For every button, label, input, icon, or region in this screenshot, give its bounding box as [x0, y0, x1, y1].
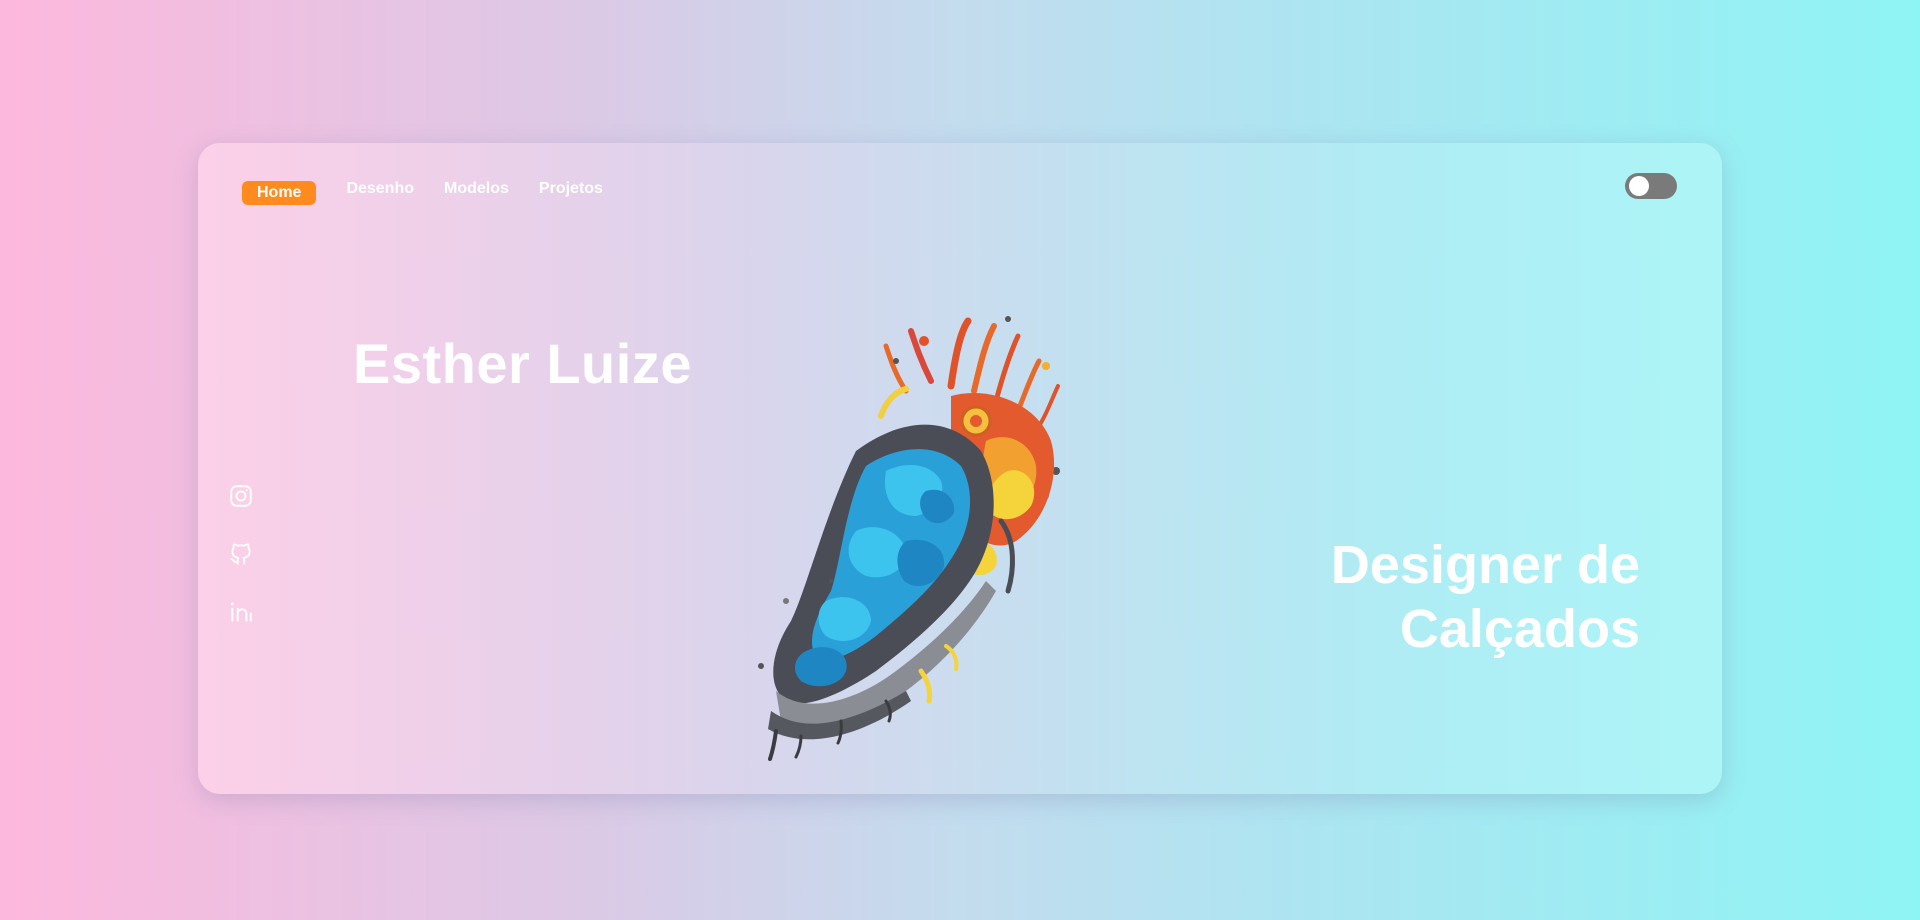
linkedin-icon[interactable] — [228, 599, 254, 625]
shoe-illustration — [758, 316, 1060, 761]
social-links — [228, 483, 254, 657]
shoe-body — [773, 424, 994, 704]
hero-card: Home Desenho Modelos Projetos Esther Lui… — [198, 143, 1722, 794]
hero-subtitle: Designer de Calçados — [1331, 533, 1640, 661]
nav-desenho[interactable]: Desenho — [346, 179, 414, 199]
main-nav: Home Desenho Modelos Projetos — [242, 173, 633, 205]
nav-projetos[interactable]: Projetos — [539, 179, 603, 199]
toggle-knob — [1629, 176, 1649, 196]
instagram-icon[interactable] — [228, 483, 254, 509]
subtitle-line-1: Designer de — [1330, 535, 1640, 595]
hero-name: Esther Luize — [353, 332, 692, 395]
theme-toggle[interactable] — [1625, 173, 1677, 199]
nav-modelos[interactable]: Modelos — [444, 179, 509, 199]
github-icon[interactable] — [228, 541, 254, 567]
nav-home[interactable]: Home — [242, 181, 317, 205]
subtitle-line-2: Calçados — [1399, 599, 1640, 659]
